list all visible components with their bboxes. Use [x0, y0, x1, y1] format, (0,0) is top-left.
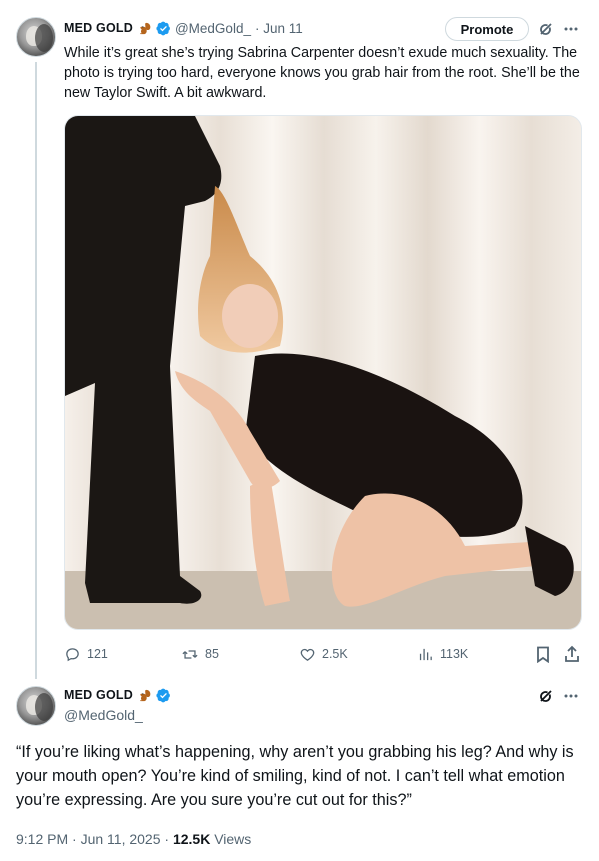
tweet-date[interactable]: · Jun 11	[255, 21, 303, 36]
author-name[interactable]: MED GOLD	[64, 21, 133, 35]
promote-button[interactable]: Promote	[445, 17, 529, 41]
views-label: Views	[210, 831, 252, 847]
tweet-text: “If you’re liking what’s happening, why …	[16, 743, 574, 809]
repost-count: 85	[205, 647, 219, 661]
verified-badge-icon	[156, 21, 170, 35]
thread-line	[35, 62, 37, 679]
like-count: 2.5K	[322, 647, 348, 661]
author-avatar[interactable]	[16, 17, 56, 57]
more-options-icon[interactable]	[562, 20, 580, 38]
avatar-hair	[35, 24, 53, 52]
grok-glyph	[540, 690, 552, 702]
author-avatar[interactable]	[16, 686, 56, 726]
author-handle[interactable]: @MedGold_	[64, 707, 143, 723]
grok-icon[interactable]	[537, 687, 555, 705]
share-icon[interactable]	[563, 644, 581, 663]
views-chart-icon	[419, 648, 432, 660]
squirrel-emoji-icon	[140, 22, 151, 34]
tweet-header: MED GOLD	[64, 686, 171, 704]
squirrel-emoji-icon	[140, 689, 151, 701]
tweet-timestamp[interactable]: 9:12 PM · Jun 11, 2025 ·	[16, 831, 173, 847]
avatar-hair	[35, 693, 53, 721]
tweet-meta: 9:12 PM · Jun 11, 2025 · 12.5K Views	[16, 831, 251, 847]
verified-badge-icon	[156, 688, 170, 702]
photo-illustration	[65, 116, 581, 629]
reply-icon	[66, 647, 79, 661]
share-glyph	[565, 645, 579, 662]
repost-action[interactable]: 85	[181, 644, 219, 664]
grok-icon[interactable]	[537, 20, 555, 38]
tweet-header: MED GOLD @MedGold_ · Jun 11	[64, 19, 303, 37]
author-handle[interactable]: @MedGold_	[175, 21, 251, 36]
views-action[interactable]: 113K	[417, 644, 468, 664]
tweet-text: While it’s great she’s trying Sabrina Ca…	[64, 45, 580, 101]
more-options-icon[interactable]	[562, 687, 580, 705]
author-name[interactable]: MED GOLD	[64, 688, 133, 702]
grok-glyph	[540, 23, 552, 35]
views-count: 113K	[440, 647, 469, 661]
bookmark-icon[interactable]	[535, 645, 551, 663]
heart-icon	[300, 648, 315, 661]
ellipsis-glyph	[564, 694, 578, 698]
reply-count: 121	[87, 647, 108, 661]
reply-action[interactable]: 121	[64, 644, 108, 664]
ellipsis-glyph	[564, 27, 578, 31]
repost-icon	[182, 649, 198, 659]
views-count: 12.5K	[172, 831, 211, 847]
like-action[interactable]: 2.5K	[299, 644, 348, 664]
bookmark-glyph	[537, 646, 549, 663]
tweet-photo[interactable]	[64, 115, 582, 630]
